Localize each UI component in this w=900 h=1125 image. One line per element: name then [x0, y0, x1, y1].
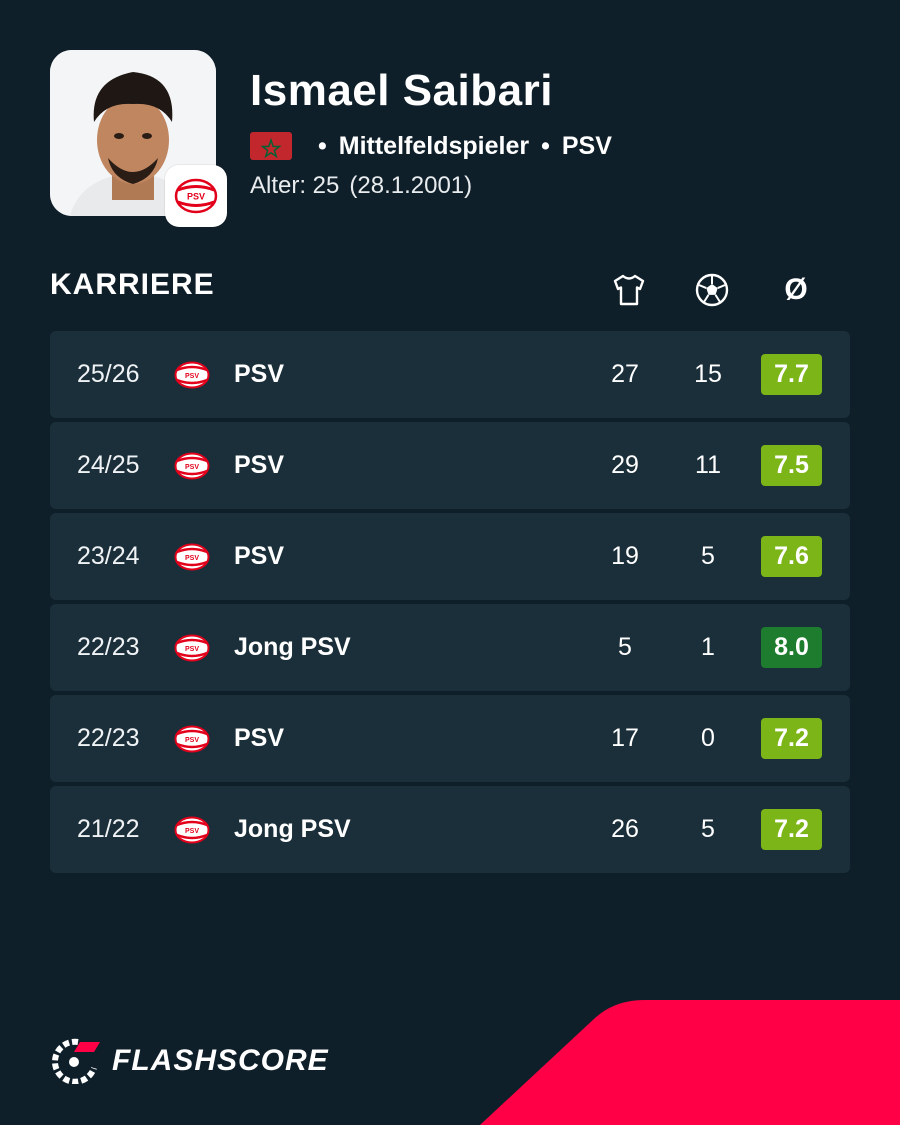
psv-logo-icon: PSV: [174, 361, 210, 389]
football-icon: [695, 273, 729, 307]
team-name: PSV: [234, 360, 285, 388]
svg-text:PSV: PSV: [185, 828, 199, 835]
rating-badge: 7.2: [761, 718, 822, 759]
career-row: 21/22 PSV Jong PSV 26 5 7.2: [50, 786, 850, 873]
separator-dot: •: [541, 131, 550, 160]
psv-logo-icon: PSV: [174, 816, 210, 844]
svg-text:PSV: PSV: [187, 192, 205, 202]
goals: 15: [694, 360, 722, 388]
appearances: 19: [611, 542, 639, 570]
season: 25/26: [77, 360, 140, 388]
player-name: Ismael Saibari: [250, 66, 553, 115]
svg-text:PSV: PSV: [185, 373, 199, 380]
appearances: 26: [611, 815, 639, 843]
rating-badge: 7.5: [761, 445, 822, 486]
svg-text:PSV: PSV: [185, 464, 199, 471]
season: 21/22: [77, 815, 140, 843]
rating-badge: 7.2: [761, 809, 822, 850]
season: 22/23: [77, 724, 140, 752]
goals: 11: [695, 451, 721, 479]
average-rating-header: Ø: [784, 273, 808, 306]
player-info: • Mittelfeldspieler • PSV: [250, 130, 612, 162]
flashscore-logo: FLASHSCORE: [50, 1038, 329, 1084]
rating-badge: 8.0: [761, 627, 822, 668]
career-row: 22/23 PSV PSV 17 0 7.2: [50, 695, 850, 782]
career-row: 24/25 PSV PSV 29 11 7.5: [50, 422, 850, 509]
rating-badge: 7.6: [761, 536, 822, 577]
career-row: 22/23 PSV Jong PSV 5 1 8.0: [50, 604, 850, 691]
player-club: PSV: [561, 131, 612, 160]
separator-dot: •: [318, 131, 327, 160]
career-list: 25/26 PSV PSV 27 15 7.7 24/25 PSV PSV 29 11 7.5 23/2…: [50, 331, 850, 877]
appearances: 27: [611, 360, 639, 388]
goals: 5: [701, 542, 715, 570]
flashscore-emblem-icon: [52, 1038, 100, 1084]
career-row: 25/26 PSV PSV 27 15 7.7: [50, 331, 850, 418]
team-name: Jong PSV: [234, 633, 351, 661]
team-name: PSV: [234, 724, 285, 752]
goals: 5: [701, 815, 715, 843]
team-name: Jong PSV: [234, 815, 351, 843]
goals: 1: [701, 633, 715, 661]
shirt-icon: [613, 274, 645, 306]
player-age: Alter: 25 (28.1.2001): [250, 172, 472, 200]
career-title: KARRIERE: [50, 268, 215, 301]
psv-logo-icon: PSV: [174, 452, 210, 480]
season: 24/25: [77, 451, 140, 479]
psv-logo-icon: PSV: [174, 178, 218, 214]
club-badge: PSV: [165, 165, 227, 227]
season: 22/23: [77, 633, 140, 661]
team-name: PSV: [234, 542, 285, 570]
psv-logo-icon: PSV: [174, 543, 210, 571]
svg-text:PSV: PSV: [185, 737, 199, 744]
rating-badge: 7.7: [761, 354, 822, 395]
season: 23/24: [77, 542, 140, 570]
psv-logo-icon: PSV: [174, 634, 210, 662]
svg-text:PSV: PSV: [185, 555, 199, 562]
appearances: 17: [611, 724, 639, 752]
player-position: Mittelfeldspieler: [338, 131, 530, 160]
appearances: 29: [611, 451, 639, 479]
birthdate: (28.1.2001): [349, 172, 473, 199]
svg-text:PSV: PSV: [185, 646, 199, 653]
morocco-flag-icon: [250, 132, 292, 160]
psv-logo-icon: PSV: [174, 725, 210, 753]
appearances: 5: [618, 633, 632, 661]
team-name: PSV: [234, 451, 285, 479]
career-row: 23/24 PSV PSV 19 5 7.6: [50, 513, 850, 600]
goals: 0: [701, 724, 715, 752]
brand-name: FLASHSCORE: [112, 1044, 329, 1077]
age-label: Alter: 25: [250, 172, 340, 199]
